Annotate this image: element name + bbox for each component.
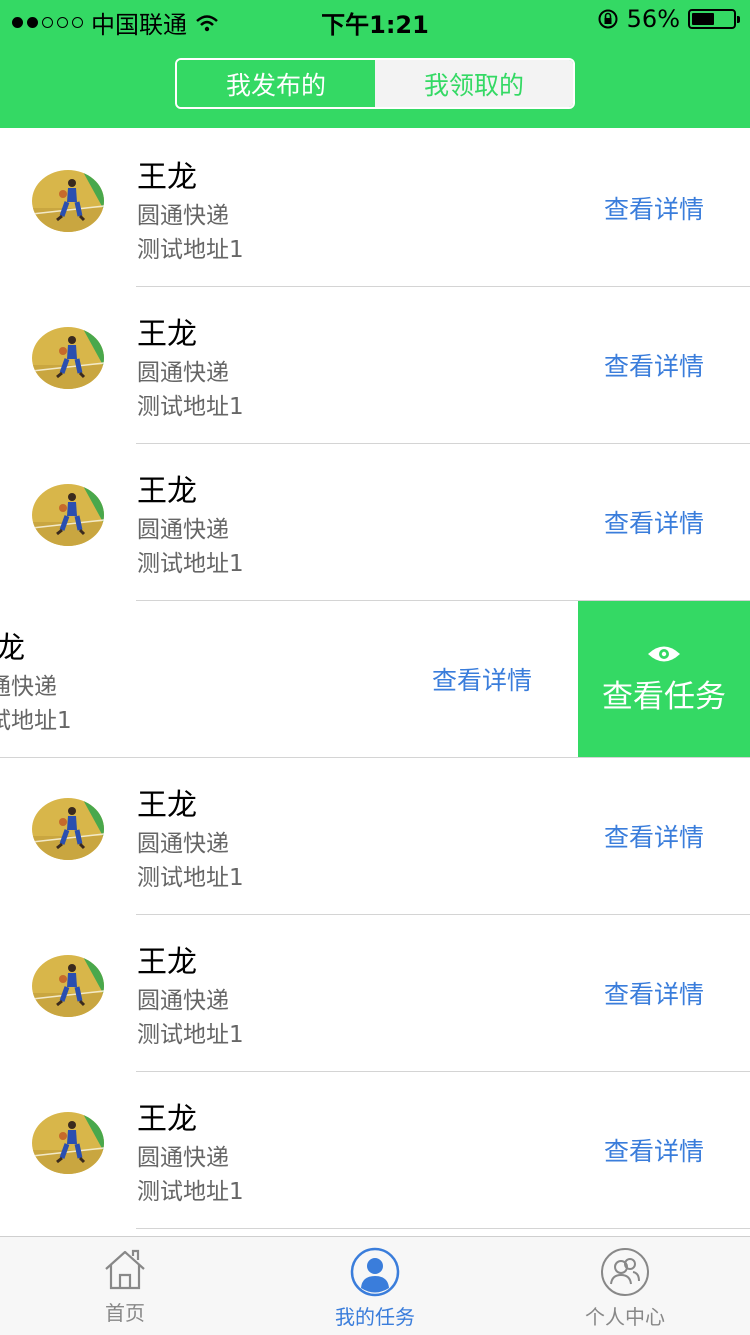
tab-profile[interactable]: 个人中心: [500, 1237, 750, 1335]
tab-home[interactable]: 首页: [0, 1237, 250, 1335]
task-row-content: 王龙圆通快递测试地址1 查看详情: [0, 601, 578, 758]
tab-profile-label: 个人中心: [585, 1305, 665, 1329]
avatar: [32, 1112, 104, 1174]
task-row[interactable]: 王龙圆通快递测试地址1 查看详情: [0, 758, 750, 915]
avatar: [32, 955, 104, 1017]
task-name: 王龙: [137, 474, 197, 509]
user-icon: [350, 1247, 400, 1297]
task-list: 王龙 圆通快递 测试地址1 查看详情 王龙 圆通快递 测试地址1 查看详情 王龙 圆通快递 测试地址…: [0, 130, 750, 1229]
task-row-content: 王龙圆通快递测试地址1 查看详情: [0, 915, 750, 1072]
people-icon: [601, 1248, 649, 1296]
view-detail-link[interactable]: 查看详情: [604, 975, 704, 1011]
task-name: 王龙: [137, 317, 197, 352]
segmented-control: 我发布的 我领取的: [175, 58, 575, 109]
task-company: 圆通快递: [137, 203, 229, 229]
task-name: 王龙: [137, 788, 197, 823]
battery-fill: [692, 13, 714, 25]
task-company: 圆通快递: [0, 674, 57, 700]
task-row[interactable]: 王龙圆通快递测试地址1 查看详情: [0, 130, 750, 287]
segment-claimed[interactable]: 我领取的: [375, 60, 573, 107]
task-address: 测试地址1: [137, 1022, 244, 1048]
task-row-content: 王龙圆通快递测试地址1 查看详情: [0, 444, 750, 601]
task-row-content: 王龙圆通快递测试地址1 查看详情: [0, 758, 750, 915]
view-task-button[interactable]: 查看任务: [578, 601, 750, 758]
task-company: 圆通快递: [137, 517, 229, 543]
row-separator: [136, 1228, 750, 1229]
view-detail-link[interactable]: 查看详情: [604, 347, 704, 383]
rotation-lock-icon: [598, 9, 618, 29]
avatar: [32, 798, 104, 860]
task-address: 测试地址1: [137, 865, 244, 891]
tab-home-label: 首页: [105, 1301, 145, 1325]
view-task-label: 查看任务: [602, 679, 726, 715]
tab-my-tasks-label: 我的任务: [335, 1305, 415, 1329]
view-detail-link[interactable]: 查看详情: [604, 190, 704, 226]
status-right: 56%: [597, 5, 740, 33]
avatar: [32, 170, 104, 232]
task-name: 王龙: [137, 160, 197, 195]
battery-icon: [688, 9, 740, 29]
view-detail-link[interactable]: 查看详情: [604, 1132, 704, 1168]
battery-percent: 56%: [626, 5, 680, 33]
eye-icon: [648, 646, 680, 662]
task-name: 王龙: [137, 1102, 197, 1137]
tab-bar: 首页 我的任务 个人中心: [0, 1236, 750, 1335]
view-detail-link[interactable]: 查看详情: [604, 818, 704, 854]
task-row-content: 王龙圆通快递测试地址1 查看详情: [0, 130, 750, 287]
task-name: 王龙: [0, 631, 25, 666]
task-row[interactable]: 王龙圆通快递测试地址1 查看详情: [0, 444, 750, 601]
task-row-content: 王龙圆通快递测试地址1 查看详情: [0, 287, 750, 444]
task-row-content: 王龙圆通快递测试地址1 查看详情: [0, 1072, 750, 1229]
tab-my-tasks[interactable]: 我的任务: [250, 1237, 500, 1335]
view-detail-link[interactable]: 查看详情: [432, 661, 532, 697]
home-icon: [105, 1249, 145, 1290]
task-address: 测试地址1: [137, 551, 244, 577]
task-row[interactable]: 王龙圆通快递测试地址1 查看详情: [0, 915, 750, 1072]
task-row[interactable]: 王龙圆通快递测试地址1 查看详情: [0, 287, 750, 444]
task-company: 圆通快递: [137, 1145, 229, 1171]
task-address: 测试地址1: [0, 708, 72, 734]
segment-published[interactable]: 我发布的: [177, 60, 375, 107]
task-name: 王龙: [137, 945, 197, 980]
task-company: 圆通快递: [137, 831, 229, 857]
task-address: 测试地址1: [137, 1179, 244, 1205]
task-company: 圆通快递: [137, 360, 229, 386]
task-company: 圆通快递: [137, 988, 229, 1014]
task-row[interactable]: 王龙圆通快递测试地址1 查看详情: [0, 1072, 750, 1229]
view-detail-link[interactable]: 查看详情: [604, 504, 704, 540]
task-address: 测试地址1: [137, 237, 244, 263]
nav-header: 中国联通 下午1:21 56% 我发布的 我领取的: [0, 0, 750, 128]
task-address: 测试地址1: [137, 394, 244, 420]
avatar: [32, 327, 104, 389]
avatar: [32, 484, 104, 546]
status-bar: 中国联通 下午1:21 56%: [0, 0, 750, 40]
task-row[interactable]: 王龙圆通快递测试地址1 查看详情查看任务: [0, 601, 750, 758]
